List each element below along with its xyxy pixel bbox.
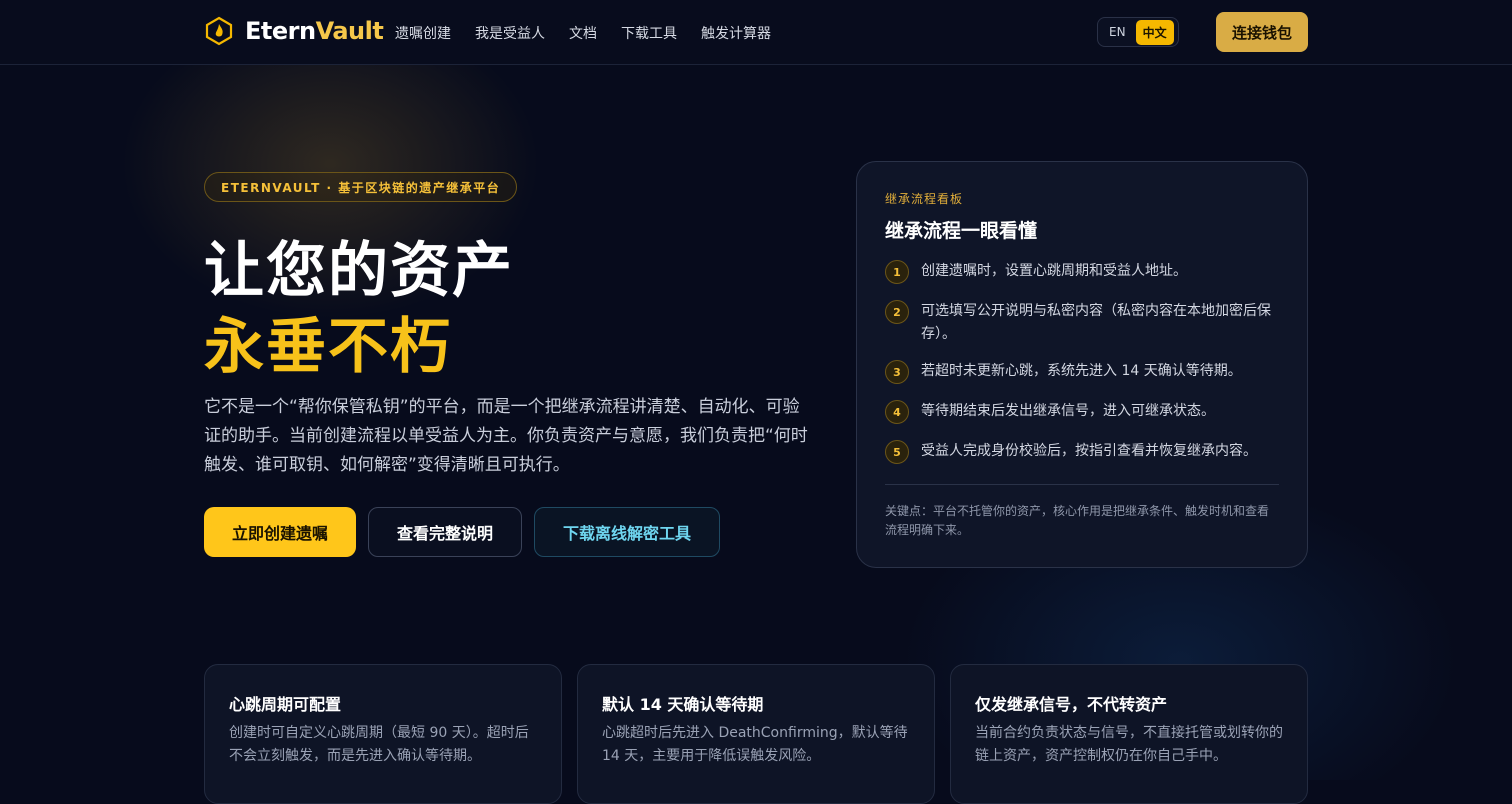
- brand-logo[interactable]: EternVault: [205, 16, 384, 46]
- step-text: 若超时未更新心跳，系统先进入 14 天确认等待期。: [921, 363, 1242, 379]
- key-note: 关键点：平台不托管你的资产，核心作用是把继承条件、触发时机和查看流程明确下来。: [885, 504, 1270, 537]
- process-step: 5 受益人完成身份校验后，按指引查看并恢复继承内容。: [885, 440, 1279, 464]
- step-number: 5: [885, 440, 909, 464]
- main-nav: 遗嘱创建 我是受益人 文档 下载工具 触发计算器: [395, 23, 771, 43]
- feature-card-signal-only: 仅发继承信号，不代转资产 当前合约负责状态与信号，不直接托管或划转你的链上资产，…: [950, 664, 1308, 804]
- connect-wallet-button[interactable]: 连接钱包: [1216, 12, 1308, 52]
- hero-badge: ETERNVAULT · 基于区块链的遗产继承平台: [204, 172, 518, 202]
- feature-description: 创建时可自定义心跳周期（最短 90 天）。超时后不会立刻触发，而是先进入确认等待…: [229, 725, 529, 764]
- process-step: 3 若超时未更新心跳，系统先进入 14 天确认等待期。: [885, 360, 1279, 384]
- create-will-button[interactable]: 立即创建遗嘱: [204, 507, 356, 557]
- nav-item-beneficiary[interactable]: 我是受益人: [475, 23, 545, 43]
- hero-description: 它不是一个“帮你保管私钥”的平台，而是一个把继承流程讲清楚、自动化、可验证的助手…: [204, 397, 808, 475]
- step-text: 创建遗嘱时，设置心跳周期和受益人地址。: [921, 263, 1187, 279]
- nav-item-docs[interactable]: 文档: [569, 23, 597, 43]
- process-step: 4 等待期结束后发出继承信号，进入可继承状态。: [885, 400, 1279, 424]
- step-number: 1: [885, 260, 909, 284]
- process-step: 1 创建遗嘱时，设置心跳周期和受益人地址。: [885, 260, 1279, 284]
- nav-item-trigger-calculator[interactable]: 触发计算器: [701, 23, 771, 43]
- feature-description: 当前合约负责状态与信号，不直接托管或划转你的链上资产，资产控制权仍在你自己手中。: [975, 725, 1283, 764]
- process-card-kicker: 继承流程看板: [885, 192, 964, 206]
- feature-title: 心跳周期可配置: [229, 695, 342, 714]
- brand-name: EternVault: [245, 17, 384, 45]
- feature-description: 心跳超时后先进入 DeathConfirming，默认等待 14 天，主要用于降…: [602, 725, 908, 764]
- lang-option-zh[interactable]: 中文: [1135, 19, 1174, 45]
- process-card-title: 继承流程一眼看懂: [885, 220, 1038, 242]
- step-text: 等待期结束后发出继承信号，进入可继承状态。: [921, 403, 1215, 419]
- download-decrypt-tool-button[interactable]: 下载离线解密工具: [534, 507, 720, 557]
- process-card: 继承流程看板 继承流程一眼看懂 1 创建遗嘱时，设置心跳周期和受益人地址。 2 …: [856, 161, 1308, 568]
- process-step: 2 可选填写公开说明与私密内容（私密内容在本地加密后保存）。: [885, 300, 1279, 346]
- feature-card-confirm-period: 默认 14 天确认等待期 心跳超时后先进入 DeathConfirming，默认…: [577, 664, 935, 804]
- nav-item-will-create[interactable]: 遗嘱创建: [395, 23, 451, 43]
- view-docs-button[interactable]: 查看完整说明: [368, 507, 522, 557]
- step-text: 可选填写公开说明与私密内容（私密内容在本地加密后保存）。: [921, 303, 1271, 342]
- nav-item-download-tools[interactable]: 下载工具: [621, 23, 677, 43]
- step-number: 2: [885, 300, 909, 324]
- feature-title: 默认 14 天确认等待期: [602, 695, 764, 714]
- hero-title-line2: 永垂不朽: [204, 312, 452, 382]
- step-number: 4: [885, 400, 909, 424]
- hero-title-line1: 让您的资产: [204, 236, 514, 306]
- top-header: EternVault 遗嘱创建 我是受益人 文档 下载工具 触发计算器 EN 中…: [0, 0, 1512, 65]
- step-text: 受益人完成身份校验后，按指引查看并恢复继承内容。: [921, 443, 1257, 459]
- feature-title: 仅发继承信号，不代转资产: [975, 695, 1168, 714]
- language-switcher: EN 中文: [1097, 17, 1179, 47]
- card-divider: [885, 484, 1279, 485]
- flame-shield-icon: [205, 16, 233, 46]
- step-number: 3: [885, 360, 909, 384]
- lang-option-en[interactable]: EN: [1101, 21, 1136, 43]
- feature-card-heartbeat: 心跳周期可配置 创建时可自定义心跳周期（最短 90 天）。超时后不会立刻触发，而…: [204, 664, 562, 804]
